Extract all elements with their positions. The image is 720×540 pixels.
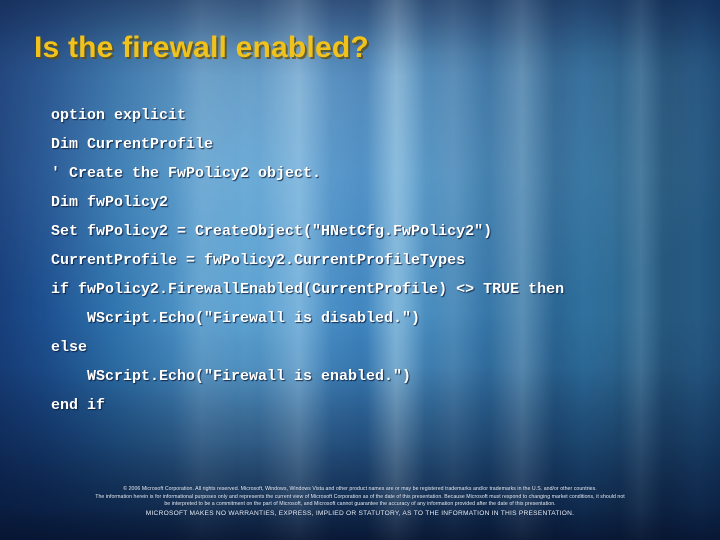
- presentation-slide: Is the firewall enabled? option explicit…: [0, 0, 720, 540]
- code-line: end if: [51, 397, 106, 414]
- code-line: else: [51, 339, 88, 356]
- code-line: WScript.Echo("Firewall is disabled."): [51, 310, 421, 327]
- code-line: ' Create the FwPolicy2 object.: [51, 165, 322, 182]
- code-line: Set fwPolicy2 = CreateObject("HNetCfg.Fw…: [51, 223, 493, 240]
- code-line: Dim fwPolicy2: [51, 194, 169, 211]
- code-line: option explicit: [51, 107, 187, 124]
- code-line: Dim CurrentProfile: [51, 136, 214, 153]
- code-block: option explicit Dim CurrentProfile ' Cre…: [51, 101, 701, 420]
- footer-copyright-line: © 2006 Microsoft Corporation. All rights…: [123, 486, 597, 492]
- footer-warranty-line: MICROSOFT MAKES NO WARRANTIES, EXPRESS, …: [145, 509, 575, 517]
- code-line: if fwPolicy2.FirewallEnabled(CurrentProf…: [51, 281, 565, 298]
- code-line: CurrentProfile = fwPolicy2.CurrentProfil…: [51, 252, 466, 269]
- legal-footer: © 2006 Microsoft Corporation. All rights…: [0, 486, 720, 518]
- code-line: WScript.Echo("Firewall is enabled."): [51, 368, 412, 385]
- slide-title: Is the firewall enabled?: [34, 31, 369, 64]
- footer-disclaimer-line: be interpreted to be a commitment on the…: [164, 501, 556, 508]
